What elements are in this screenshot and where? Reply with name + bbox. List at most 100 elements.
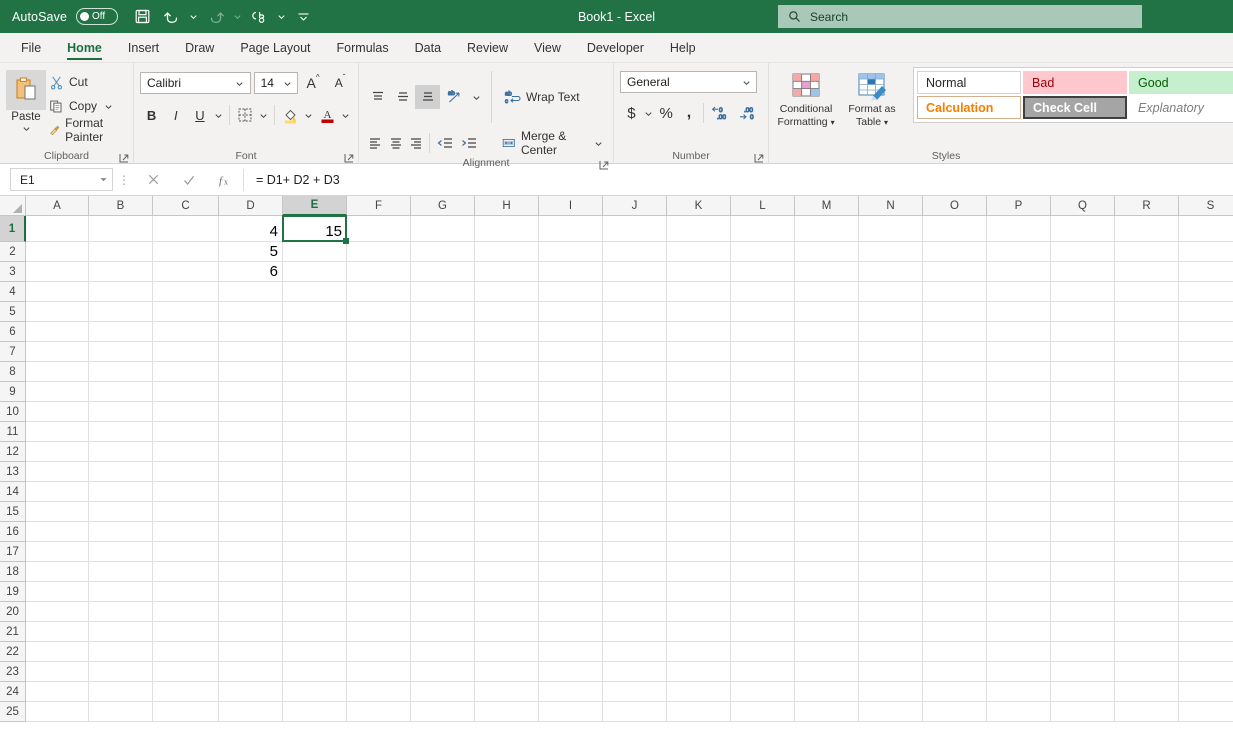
cell-D1[interactable]: 4 bbox=[219, 216, 283, 242]
cell-G10[interactable] bbox=[411, 402, 475, 422]
cell-F14[interactable] bbox=[347, 482, 411, 502]
enter-entry-button[interactable] bbox=[171, 167, 207, 193]
cell-H20[interactable] bbox=[475, 602, 539, 622]
merge-center-dropdown-icon[interactable] bbox=[593, 139, 603, 148]
cell-J16[interactable] bbox=[603, 522, 667, 542]
cell-P24[interactable] bbox=[987, 682, 1051, 702]
cell-I3[interactable] bbox=[539, 262, 603, 282]
comma-format-button[interactable]: , bbox=[678, 101, 701, 125]
cell-E18[interactable] bbox=[283, 562, 347, 582]
column-header-o[interactable]: O bbox=[923, 196, 987, 216]
cell-H21[interactable] bbox=[475, 622, 539, 642]
row-header-5[interactable]: 5 bbox=[0, 302, 26, 322]
cell-C10[interactable] bbox=[153, 402, 219, 422]
cell-A7[interactable] bbox=[26, 342, 89, 362]
cell-R5[interactable] bbox=[1115, 302, 1179, 322]
cell-H15[interactable] bbox=[475, 502, 539, 522]
cell-O21[interactable] bbox=[923, 622, 987, 642]
cell-L22[interactable] bbox=[731, 642, 795, 662]
cancel-entry-button[interactable] bbox=[135, 167, 171, 193]
cell-O19[interactable] bbox=[923, 582, 987, 602]
cell-R3[interactable] bbox=[1115, 262, 1179, 282]
increase-font-size-button[interactable]: A ^ bbox=[301, 71, 325, 95]
cell-I4[interactable] bbox=[539, 282, 603, 302]
cell-D25[interactable] bbox=[219, 702, 283, 722]
cell-P13[interactable] bbox=[987, 462, 1051, 482]
cell-J7[interactable] bbox=[603, 342, 667, 362]
cell-S23[interactable] bbox=[1179, 662, 1233, 682]
cell-B25[interactable] bbox=[89, 702, 153, 722]
cell-E8[interactable] bbox=[283, 362, 347, 382]
cell-Q25[interactable] bbox=[1051, 702, 1115, 722]
cell-B6[interactable] bbox=[89, 322, 153, 342]
cell-G16[interactable] bbox=[411, 522, 475, 542]
cell-A14[interactable] bbox=[26, 482, 89, 502]
cell-C18[interactable] bbox=[153, 562, 219, 582]
cut-button[interactable]: Cut bbox=[46, 70, 127, 94]
cell-G23[interactable] bbox=[411, 662, 475, 682]
cell-S6[interactable] bbox=[1179, 322, 1233, 342]
cell-L20[interactable] bbox=[731, 602, 795, 622]
cell-D3[interactable]: 6 bbox=[219, 262, 283, 282]
cell-P12[interactable] bbox=[987, 442, 1051, 462]
cell-O23[interactable] bbox=[923, 662, 987, 682]
cell-O20[interactable] bbox=[923, 602, 987, 622]
cell-I7[interactable] bbox=[539, 342, 603, 362]
cell-M7[interactable] bbox=[795, 342, 859, 362]
cell-N23[interactable] bbox=[859, 662, 923, 682]
cell-G14[interactable] bbox=[411, 482, 475, 502]
cell-R23[interactable] bbox=[1115, 662, 1179, 682]
cell-E16[interactable] bbox=[283, 522, 347, 542]
cell-B5[interactable] bbox=[89, 302, 153, 322]
cell-N17[interactable] bbox=[859, 542, 923, 562]
column-header-m[interactable]: M bbox=[795, 196, 859, 216]
tab-help[interactable]: Help bbox=[657, 33, 709, 62]
cell-B15[interactable] bbox=[89, 502, 153, 522]
cell-R4[interactable] bbox=[1115, 282, 1179, 302]
cell-F20[interactable] bbox=[347, 602, 411, 622]
cell-H22[interactable] bbox=[475, 642, 539, 662]
cell-S10[interactable] bbox=[1179, 402, 1233, 422]
cell-P20[interactable] bbox=[987, 602, 1051, 622]
italic-button[interactable]: I bbox=[164, 103, 187, 127]
conditional-formatting-dropdown-icon[interactable]: ▾ bbox=[831, 118, 835, 127]
cell-B16[interactable] bbox=[89, 522, 153, 542]
cell-F1[interactable] bbox=[347, 216, 411, 242]
cell-B21[interactable] bbox=[89, 622, 153, 642]
cell-D21[interactable] bbox=[219, 622, 283, 642]
cell-M20[interactable] bbox=[795, 602, 859, 622]
increase-decimal-button[interactable]: 0 .00 bbox=[707, 101, 734, 125]
cell-C12[interactable] bbox=[153, 442, 219, 462]
cell-H1[interactable] bbox=[475, 216, 539, 242]
cell-J23[interactable] bbox=[603, 662, 667, 682]
cell-M1[interactable] bbox=[795, 216, 859, 242]
cell-R2[interactable] bbox=[1115, 242, 1179, 262]
cell-E12[interactable] bbox=[283, 442, 347, 462]
column-header-s[interactable]: S bbox=[1179, 196, 1233, 216]
cell-N3[interactable] bbox=[859, 262, 923, 282]
cell-E3[interactable] bbox=[283, 262, 347, 282]
cell-style-explanatory[interactable]: Explanatory bbox=[1129, 96, 1233, 119]
cell-N8[interactable] bbox=[859, 362, 923, 382]
cell-K6[interactable] bbox=[667, 322, 731, 342]
cell-C16[interactable] bbox=[153, 522, 219, 542]
fill-color-button[interactable] bbox=[279, 103, 302, 127]
cell-F19[interactable] bbox=[347, 582, 411, 602]
format-as-table-button[interactable]: Format as Table ▾ bbox=[839, 67, 905, 129]
cell-J3[interactable] bbox=[603, 262, 667, 282]
cell-J6[interactable] bbox=[603, 322, 667, 342]
cell-S8[interactable] bbox=[1179, 362, 1233, 382]
autosave-toggle[interactable]: Off bbox=[76, 8, 119, 25]
cell-I18[interactable] bbox=[539, 562, 603, 582]
cell-S7[interactable] bbox=[1179, 342, 1233, 362]
cell-Q19[interactable] bbox=[1051, 582, 1115, 602]
cell-L4[interactable] bbox=[731, 282, 795, 302]
cell-O8[interactable] bbox=[923, 362, 987, 382]
cell-I1[interactable] bbox=[539, 216, 603, 242]
cell-Q9[interactable] bbox=[1051, 382, 1115, 402]
cell-K5[interactable] bbox=[667, 302, 731, 322]
cell-B19[interactable] bbox=[89, 582, 153, 602]
number-dialog-launcher[interactable] bbox=[753, 152, 764, 163]
cell-J12[interactable] bbox=[603, 442, 667, 462]
cell-F25[interactable] bbox=[347, 702, 411, 722]
